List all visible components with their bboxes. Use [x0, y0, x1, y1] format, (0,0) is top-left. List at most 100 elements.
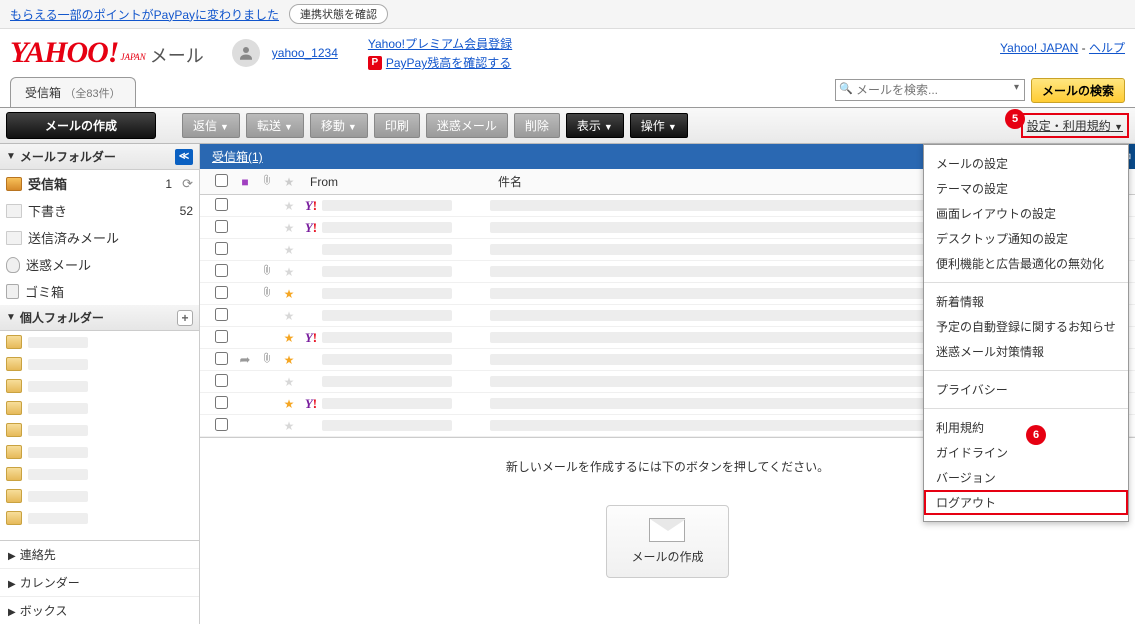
spam-icon	[6, 257, 20, 273]
row-star[interactable]: ★	[278, 221, 300, 235]
dropdown-item[interactable]: テーマの設定	[924, 176, 1128, 201]
folder-sent[interactable]: 送信済みメール	[0, 224, 199, 251]
row-star[interactable]: ★	[278, 199, 300, 213]
row-star[interactable]: ★	[278, 375, 300, 389]
reply-button[interactable]: 返信▼	[182, 113, 240, 138]
avatar[interactable]	[232, 39, 260, 67]
folder-drafts[interactable]: 下書き 52	[0, 197, 199, 224]
row-checkbox[interactable]	[215, 242, 228, 255]
personal-folder[interactable]	[0, 331, 199, 353]
row-checkbox[interactable]	[215, 418, 228, 431]
delete-button[interactable]: 削除	[514, 113, 560, 138]
row-star[interactable]: ★	[278, 419, 300, 433]
paypay-notice-link[interactable]: もらえる一部のポイントがPayPayに変わりました	[10, 6, 279, 23]
list-title[interactable]: 受信箱(1)	[212, 148, 263, 165]
forward-button[interactable]: 転送▼	[246, 113, 304, 138]
add-folder-button[interactable]: +	[177, 310, 193, 326]
search-button[interactable]: メールの検索	[1031, 78, 1125, 103]
row-yahoo-badge: Y!	[300, 198, 322, 214]
dropdown-item[interactable]: ログアウト	[924, 490, 1128, 515]
user-icon	[237, 44, 255, 62]
col-flag[interactable]: ■	[234, 175, 256, 189]
row-checkbox[interactable]	[215, 374, 228, 387]
row-checkbox[interactable]	[215, 308, 228, 321]
refresh-icon[interactable]: ⟳	[182, 176, 193, 192]
col-star[interactable]: ★	[278, 175, 300, 189]
row-checkbox[interactable]	[215, 396, 228, 409]
row-checkbox[interactable]	[215, 330, 228, 343]
row-star[interactable]: ★	[278, 353, 300, 367]
view-button[interactable]: 表示▼	[566, 113, 624, 138]
folder-icon	[6, 423, 22, 437]
personal-folder[interactable]	[0, 397, 199, 419]
dropdown-item[interactable]: メールの設定	[924, 151, 1128, 176]
personal-folder[interactable]	[0, 353, 199, 375]
personal-folder[interactable]	[0, 485, 199, 507]
print-button[interactable]: 印刷	[374, 113, 420, 138]
dropdown-item[interactable]: 予定の自動登録に関するお知らせ	[924, 314, 1128, 339]
check-link-status-button[interactable]: 連携状態を確認	[289, 4, 388, 24]
col-attachment[interactable]	[256, 173, 278, 190]
help-link[interactable]: ヘルプ	[1089, 41, 1125, 55]
folder-icon	[6, 335, 22, 349]
premium-link[interactable]: Yahoo!プレミアム会員登録	[368, 35, 512, 52]
compose-button[interactable]: メールの作成	[6, 112, 156, 139]
folder-label-redacted	[28, 425, 88, 436]
collapse-sidebar-icon[interactable]: ≪	[175, 149, 193, 165]
search-input[interactable]	[835, 79, 1025, 101]
dropdown-item[interactable]: 新着情報	[924, 289, 1128, 314]
spam-button[interactable]: 迷惑メール	[426, 113, 508, 138]
action-button[interactable]: 操作▼	[630, 113, 688, 138]
dropdown-group: プライバシー	[924, 371, 1128, 409]
dropdown-item[interactable]: プライバシー	[924, 377, 1128, 402]
box-link[interactable]: ▶ボックス	[0, 596, 199, 624]
reply-indicator: ➦	[234, 352, 256, 368]
paypay-balance-link[interactable]: PayPay残高を確認する	[386, 54, 511, 71]
personal-folder[interactable]	[0, 463, 199, 485]
dropdown-item[interactable]: 画面レイアウトの設定	[924, 201, 1128, 226]
dropdown-item[interactable]: 迷惑メール対策情報	[924, 339, 1128, 364]
folder-label: 下書き	[28, 201, 67, 220]
personal-folder[interactable]	[0, 507, 199, 529]
username-link[interactable]: yahoo_1234	[272, 46, 338, 60]
dropdown-item[interactable]: ガイドライン	[924, 440, 1128, 465]
row-star[interactable]: ★	[278, 265, 300, 279]
row-from	[322, 332, 490, 343]
calendar-link[interactable]: ▶カレンダー	[0, 568, 199, 596]
mail-folders-header[interactable]: ▼ メールフォルダー ≪	[0, 144, 199, 170]
row-checkbox[interactable]	[215, 198, 228, 211]
settings-terms-link[interactable]: 設定・利用規約 ▼	[1021, 113, 1129, 138]
move-button[interactable]: 移動▼	[310, 113, 368, 138]
row-star[interactable]: ★	[278, 309, 300, 323]
row-checkbox[interactable]	[215, 352, 228, 365]
row-checkbox[interactable]	[215, 286, 228, 299]
personal-folder[interactable]	[0, 375, 199, 397]
row-star[interactable]: ★	[278, 397, 300, 411]
row-from	[322, 376, 490, 387]
settings-dropdown: メールの設定テーマの設定画面レイアウトの設定デスクトップ通知の設定便利機能と広告…	[923, 144, 1129, 522]
tab-inbox[interactable]: 受信箱 （全83件）	[10, 77, 136, 107]
folder-label: 受信箱	[28, 174, 67, 193]
row-star[interactable]: ★	[278, 287, 300, 301]
dropdown-item[interactable]: デスクトップ通知の設定	[924, 226, 1128, 251]
separator: -	[1082, 41, 1089, 55]
dropdown-item[interactable]: バージョン	[924, 465, 1128, 490]
compose-card-button[interactable]: メールの作成	[606, 505, 728, 578]
dropdown-item[interactable]: 便利機能と広告最適化の無効化	[924, 251, 1128, 276]
col-from[interactable]: From	[300, 175, 490, 189]
row-checkbox[interactable]	[215, 220, 228, 233]
folder-label-redacted	[28, 513, 88, 524]
contacts-link[interactable]: ▶連絡先	[0, 541, 199, 568]
folder-spam[interactable]: 迷惑メール	[0, 251, 199, 278]
row-star[interactable]: ★	[278, 243, 300, 257]
personal-folder[interactable]	[0, 419, 199, 441]
row-checkbox[interactable]	[215, 264, 228, 277]
personal-folder[interactable]	[0, 441, 199, 463]
folder-inbox[interactable]: 受信箱 1 ⟳	[0, 170, 199, 197]
yahoo-logo[interactable]: YAHOO! JAPAN メール	[10, 36, 204, 70]
personal-folders-header[interactable]: ▼ 個人フォルダー +	[0, 305, 199, 331]
folder-trash[interactable]: ゴミ箱	[0, 278, 199, 305]
yahoo-japan-link[interactable]: Yahoo! JAPAN	[1000, 41, 1078, 55]
row-star[interactable]: ★	[278, 331, 300, 345]
select-all-checkbox[interactable]	[215, 174, 228, 187]
